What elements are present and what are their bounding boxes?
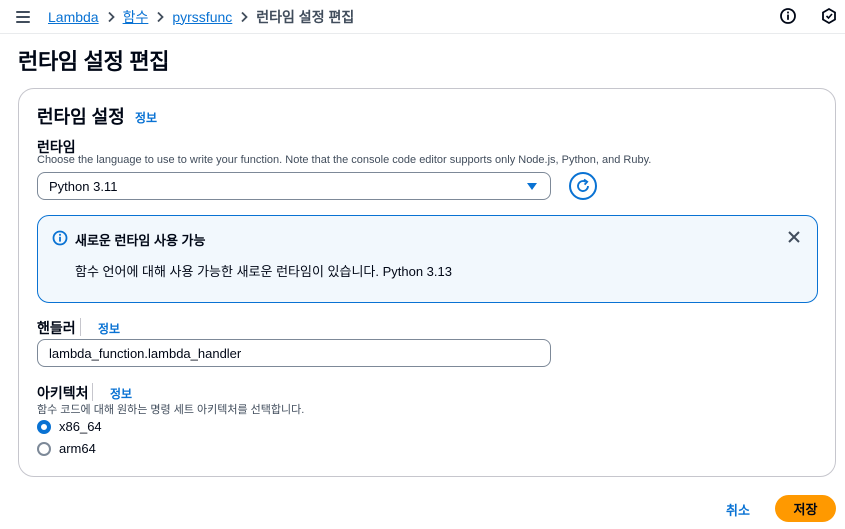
breadcrumb: Lambda 함수 pyrssfunc 런타임 설정 편집 [48,0,354,33]
breadcrumb-lambda-link[interactable]: Lambda [48,9,99,25]
runtime-description: Choose the language to use to write your… [37,154,652,166]
architecture-description: 함수 코드에 대해 원하는 명령 세트 아키텍처를 선택합니다. [37,404,305,416]
info-circle-icon[interactable] [779,7,797,25]
refresh-icon [577,178,589,192]
chevron-right-icon [232,11,256,23]
caret-down-icon [527,183,537,190]
radio-x86-64[interactable]: x86_64 [37,419,102,434]
handler-label: 핸들러 [37,320,76,336]
alert-title: 새로운 런타임 사용 가능 [75,233,206,248]
radio-label-x86-64: x86_64 [59,419,102,434]
chevron-right-icon [148,11,172,23]
architecture-label: 아키텍처 [37,385,89,401]
runtime-select[interactable]: Python 3.11 [37,172,551,200]
page-title: 런타임 설정 편집 [18,49,170,74]
close-icon[interactable] [785,228,803,246]
label-divider [92,383,93,401]
radio-button-selected[interactable] [37,419,51,434]
cancel-button[interactable]: 취소 [716,497,760,521]
breadcrumb-function-link[interactable]: pyrssfunc [172,9,232,25]
menu-icon[interactable] [16,9,32,25]
alert-body: 함수 언어에 대해 사용 가능한 새로운 런타임이 있습니다. Python 3… [75,264,452,279]
new-runtime-alert: 새로운 런타임 사용 가능 함수 언어에 대해 사용 가능한 새로운 런타임이 … [37,215,818,303]
security-shield-icon[interactable] [820,7,838,25]
panel-title: 런타임 설정 [37,107,125,127]
breadcrumb-functions-link[interactable]: 함수 [123,7,149,27]
top-navigation-bar: Lambda 함수 pyrssfunc 런타임 설정 편집 [0,0,845,34]
refresh-runtimes-button[interactable] [569,172,597,200]
radio-label-arm64: arm64 [59,441,96,456]
handler-input[interactable] [37,339,551,367]
save-button[interactable]: 저장 [775,495,836,522]
runtime-settings-panel: 런타임 설정 정보 런타임 Choose the language to use… [18,88,836,477]
breadcrumb-current: 런타임 설정 편집 [256,8,355,25]
info-icon [52,230,68,246]
label-divider [80,318,81,336]
radio-button[interactable] [37,441,51,456]
handler-info-link[interactable]: 정보 [98,320,120,337]
architecture-info-link[interactable]: 정보 [110,385,132,402]
runtime-selected-value: Python 3.11 [49,179,118,194]
panel-info-link[interactable]: 정보 [135,109,157,126]
chevron-right-icon [99,11,123,23]
radio-arm64[interactable]: arm64 [37,441,96,456]
